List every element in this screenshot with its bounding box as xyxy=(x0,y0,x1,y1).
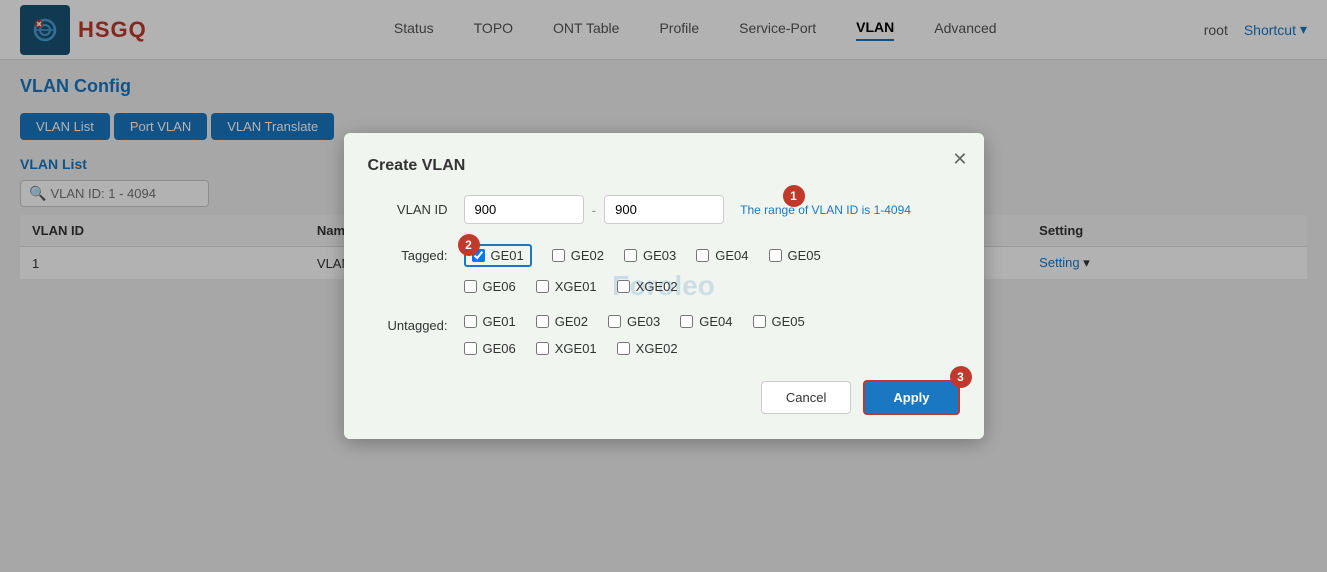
untagged-ge01[interactable]: GE01 xyxy=(464,314,516,329)
tagged-xge01[interactable]: XGE01 xyxy=(536,279,597,294)
vlan-id-label: VLAN ID xyxy=(368,202,448,217)
vlan-id-row: VLAN ID - The range of VLAN ID is 1-4094… xyxy=(368,195,960,224)
badge-2: 2 xyxy=(458,234,480,256)
vlan-id-to-input[interactable] xyxy=(604,195,724,224)
apply-button[interactable]: Apply xyxy=(863,380,959,415)
vlan-range-hint: The range of VLAN ID is 1-4094 xyxy=(740,203,911,217)
tagged-xge02[interactable]: XGE02 xyxy=(617,279,678,294)
dialog-overlay: Create VLAN ✕ Foroleo VLAN ID - The rang… xyxy=(0,0,1327,572)
dialog-footer: Cancel Apply 3 xyxy=(368,380,960,415)
vlan-id-from-input[interactable] xyxy=(464,195,584,224)
untagged-xge02[interactable]: XGE02 xyxy=(617,341,678,356)
untagged-row: Untagged: GE01 GE02 GE03 GE04 GE05 xyxy=(368,314,960,356)
badge-3: 3 xyxy=(950,366,972,388)
untagged-ge03[interactable]: GE03 xyxy=(608,314,660,329)
vlan-id-group: - The range of VLAN ID is 1-4094 xyxy=(464,195,911,224)
cancel-button[interactable]: Cancel xyxy=(761,381,851,414)
untagged-ge05[interactable]: GE05 xyxy=(753,314,805,329)
badge-1: 1 xyxy=(783,185,805,207)
tagged-ge03[interactable]: GE03 xyxy=(624,244,676,267)
dialog-title: Create VLAN xyxy=(368,157,960,175)
tagged-label: Tagged: xyxy=(368,248,448,263)
untagged-ge06[interactable]: GE06 xyxy=(464,341,516,356)
tagged-ge05[interactable]: GE05 xyxy=(769,244,821,267)
tagged-ge02[interactable]: GE02 xyxy=(552,244,604,267)
vlan-id-separator: - xyxy=(592,202,597,218)
tagged-ge04[interactable]: GE04 xyxy=(696,244,748,267)
untagged-ge02[interactable]: GE02 xyxy=(536,314,588,329)
untagged-label: Untagged: xyxy=(368,318,448,333)
untagged-ge04[interactable]: GE04 xyxy=(680,314,732,329)
untagged-xge01[interactable]: XGE01 xyxy=(536,341,597,356)
dialog-close-button[interactable]: ✕ xyxy=(952,149,967,170)
create-vlan-dialog: Create VLAN ✕ Foroleo VLAN ID - The rang… xyxy=(344,133,984,439)
tagged-row: Tagged: GE01 GE02 GE03 GE04 GE05 xyxy=(368,244,960,294)
tagged-ge06[interactable]: GE06 xyxy=(464,279,516,294)
